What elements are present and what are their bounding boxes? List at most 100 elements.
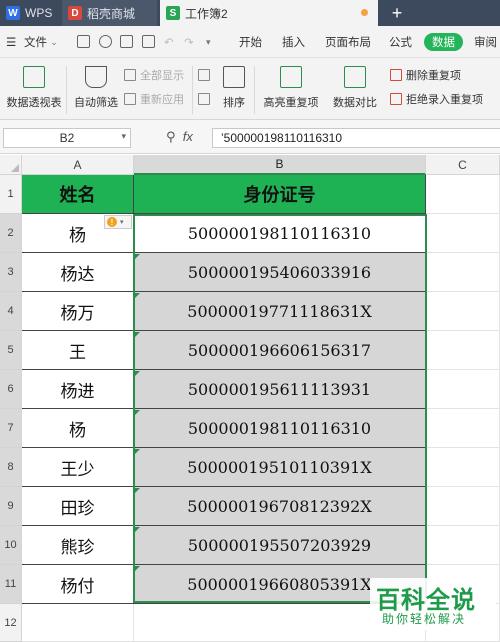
empty-cell[interactable] xyxy=(426,526,500,565)
show-all-button[interactable]: 全部显示 xyxy=(124,66,184,84)
row-header[interactable]: 6 xyxy=(0,370,22,409)
fx-icon[interactable]: fx xyxy=(183,129,193,144)
spreadsheet-grid: A B C 1 2 3 4 5 6 7 8 9 10 11 12 姓名 身份证号杨 50000019811… xyxy=(0,155,500,642)
menu-bar: ☰ 文件 ⌄ ↶ ↷ ▾ 开始 插入 页面布局 公式 数据 审阅 xyxy=(0,26,500,58)
save-icon[interactable] xyxy=(77,35,90,48)
empty-cell[interactable] xyxy=(426,448,500,487)
filter-clear-icon xyxy=(124,69,136,81)
menu-page-layout[interactable]: 页面布局 xyxy=(325,26,371,58)
menu-review[interactable]: 审阅 xyxy=(474,26,497,58)
name-cell[interactable]: 杨达 xyxy=(22,253,134,292)
chevron-down-icon: ⌄ xyxy=(50,36,58,47)
print-icon[interactable] xyxy=(120,35,133,48)
reapply-button[interactable]: 重新应用 xyxy=(124,90,184,108)
name-cell[interactable]: 熊珍 xyxy=(22,526,134,565)
fx-area: ⚲ fx xyxy=(166,129,193,145)
empty-cell[interactable] xyxy=(426,409,500,448)
menu-formulas[interactable]: 公式 xyxy=(389,26,412,58)
row-header[interactable]: 12 xyxy=(0,604,22,642)
new-tab-button[interactable]: + xyxy=(386,0,408,26)
empty-cell[interactable] xyxy=(426,214,500,253)
error-indicator-icon xyxy=(135,488,140,493)
sort-ascending-button[interactable] xyxy=(198,66,214,84)
sort-button[interactable]: 排序 xyxy=(220,66,248,110)
row-header[interactable]: 2 xyxy=(0,214,22,253)
error-check-button[interactable]: ! ▾ xyxy=(104,215,132,229)
id-cell[interactable]: 500000195406033916 xyxy=(134,253,426,292)
row-header[interactable]: 1 xyxy=(0,175,22,214)
empty-cell[interactable] xyxy=(426,253,500,292)
select-all-corner[interactable] xyxy=(0,155,22,175)
data-compare-button[interactable]: 数据对比 xyxy=(328,66,382,110)
row-header[interactable]: 9 xyxy=(0,487,22,526)
name-cell[interactable]: 杨付 xyxy=(22,565,134,604)
spreadsheet-icon: S xyxy=(166,6,180,20)
id-cell[interactable]: 500000198110116310 xyxy=(134,214,426,253)
delete-duplicates-label: 删除重复项 xyxy=(406,70,461,82)
tab-workbook[interactable]: S 工作簿2 xyxy=(160,0,378,26)
header-cell-name[interactable]: 姓名 xyxy=(22,175,134,214)
name-box[interactable]: B2 ▾ xyxy=(3,128,131,148)
name-cell[interactable]: 杨进 xyxy=(22,370,134,409)
column-header-c[interactable]: C xyxy=(426,155,500,175)
docer-logo-icon: D xyxy=(68,6,82,20)
highlight-duplicates-button[interactable]: 高亮重复项 xyxy=(258,66,324,110)
delete-duplicates-button[interactable]: 删除重复项 xyxy=(390,66,461,84)
chevron-down-icon: ▾ xyxy=(120,219,124,226)
id-cell[interactable]: 500000195611113931 xyxy=(134,370,426,409)
menu-file[interactable]: 文件 ⌄ xyxy=(24,26,58,58)
undo-icon[interactable]: ↶ xyxy=(164,26,174,58)
column-header-a[interactable]: A xyxy=(22,155,134,175)
formula-input[interactable]: ’500000198110116310 xyxy=(212,128,500,148)
id-cell[interactable]: 500000195507203929 xyxy=(134,526,426,565)
print-preview-icon[interactable] xyxy=(142,35,155,48)
row-header[interactable]: 11 xyxy=(0,565,22,604)
tab-workbook-label: 工作簿2 xyxy=(185,6,228,21)
header-cell-id[interactable]: 身份证号 xyxy=(134,175,426,214)
redo-icon[interactable]: ↷ xyxy=(184,26,194,58)
row-header[interactable]: 4 xyxy=(0,292,22,331)
quick-access-dropdown-icon[interactable]: ▾ xyxy=(206,26,211,58)
empty-cell[interactable] xyxy=(426,175,500,214)
show-all-label: 全部显示 xyxy=(140,70,184,82)
error-indicator-icon xyxy=(135,371,140,376)
menu-data[interactable]: 数据 xyxy=(424,33,463,51)
export-pdf-icon[interactable] xyxy=(99,35,112,48)
row-header[interactable]: 8 xyxy=(0,448,22,487)
sort-label: 排序 xyxy=(223,97,245,109)
error-indicator-icon xyxy=(135,449,140,454)
empty-cell[interactable] xyxy=(426,487,500,526)
error-indicator-icon xyxy=(135,332,140,337)
empty-cell[interactable] xyxy=(22,604,134,642)
name-cell[interactable]: 王 xyxy=(22,331,134,370)
reject-duplicates-label: 拒绝录入重复项 xyxy=(406,94,483,106)
name-cell[interactable]: 王少 xyxy=(22,448,134,487)
name-cell[interactable]: 杨 xyxy=(22,409,134,448)
row-header[interactable]: 10 xyxy=(0,526,22,565)
name-cell[interactable]: 杨万 xyxy=(22,292,134,331)
row-header[interactable]: 7 xyxy=(0,409,22,448)
watermark-subtitle: 助你轻松解决 xyxy=(382,612,467,626)
id-cell[interactable]: 500000196606156317 xyxy=(134,331,426,370)
id-cell[interactable]: 50000019771118631X xyxy=(134,292,426,331)
empty-cell[interactable] xyxy=(426,331,500,370)
id-cell[interactable]: 500000198110116310 xyxy=(134,409,426,448)
menu-insert[interactable]: 插入 xyxy=(282,26,305,58)
menu-home[interactable]: 开始 xyxy=(239,26,262,58)
name-cell[interactable]: 田珍 xyxy=(22,487,134,526)
column-header-b[interactable]: B xyxy=(134,155,426,175)
tab-wps[interactable]: W WPS xyxy=(0,0,57,26)
tab-docer-store[interactable]: D 稻壳商城 xyxy=(62,0,157,26)
pivot-table-button[interactable]: 数据透视表 xyxy=(6,66,62,110)
id-cell[interactable]: 50000019670812392X xyxy=(134,487,426,526)
row-header[interactable]: 5 xyxy=(0,331,22,370)
empty-cell[interactable] xyxy=(426,370,500,409)
sort-descending-button[interactable] xyxy=(198,90,214,108)
reject-duplicates-button[interactable]: 拒绝录入重复项 xyxy=(390,90,483,108)
id-cell[interactable]: 50000019510110391X xyxy=(134,448,426,487)
empty-cell[interactable] xyxy=(426,292,500,331)
hamburger-icon[interactable]: ☰ xyxy=(6,26,16,58)
row-header[interactable]: 3 xyxy=(0,253,22,292)
autofilter-button[interactable]: 自动筛选 xyxy=(72,66,120,110)
zoom-icon[interactable]: ⚲ xyxy=(166,129,176,144)
